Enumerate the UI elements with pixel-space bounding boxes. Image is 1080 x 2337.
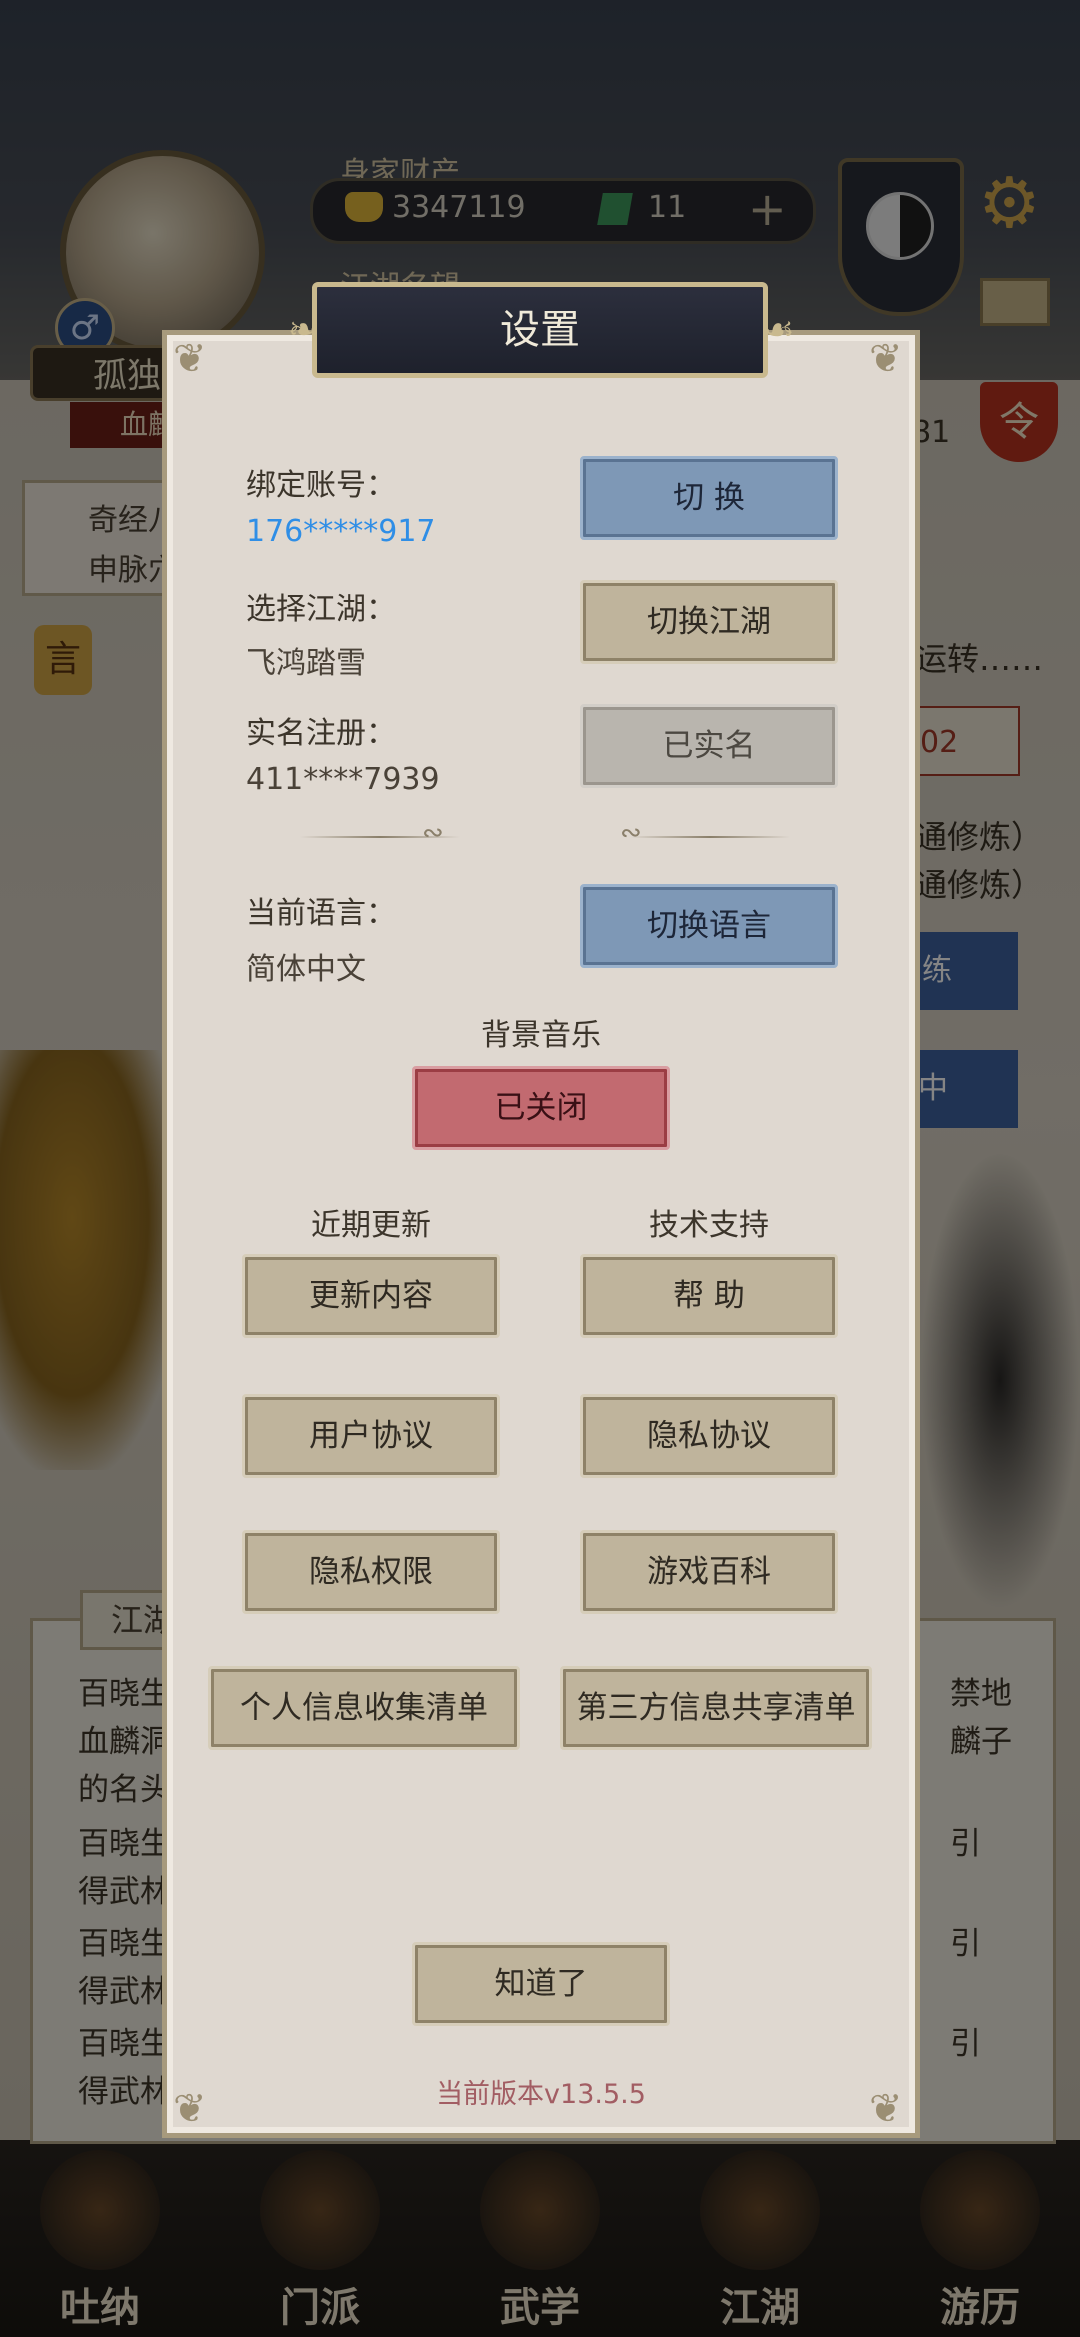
divider-swirl-icon: ∾ bbox=[620, 818, 642, 848]
user-agreement-button[interactable]: 用户协议 bbox=[242, 1394, 500, 1478]
third-party-share-list-button[interactable]: 第三方信息共享清单 bbox=[560, 1666, 872, 1750]
bind-account-value: 176*****917 bbox=[246, 514, 436, 549]
switch-jianghu-button[interactable]: 切换江湖 bbox=[580, 580, 838, 664]
jianghu-value: 飞鸿踏雪 bbox=[246, 646, 366, 681]
game-wiki-button[interactable]: 游戏百科 bbox=[580, 1530, 838, 1614]
divider-swirl-icon: ∾ bbox=[422, 818, 444, 848]
realname-value: 411****7939 bbox=[246, 762, 440, 797]
bind-account-label: 绑定账号： bbox=[246, 468, 396, 503]
personal-info-list-button[interactable]: 个人信息收集清单 bbox=[208, 1666, 520, 1750]
realname-label: 实名注册： bbox=[246, 716, 396, 751]
ok-button[interactable]: 知道了 bbox=[412, 1942, 670, 2026]
select-jianghu-label: 选择江湖： bbox=[246, 592, 396, 627]
switch-language-button[interactable]: 切换语言 bbox=[580, 884, 838, 968]
corner-ornament-icon: ❦ bbox=[173, 336, 207, 382]
version-text: 当前版本v13.5.5 bbox=[436, 2079, 646, 2110]
recent-updates-label: 近期更新 bbox=[311, 1208, 431, 1243]
switch-account-button[interactable]: 切 换 bbox=[580, 456, 838, 540]
help-button[interactable]: 帮 助 bbox=[580, 1254, 838, 1338]
music-label: 背景音乐 bbox=[481, 1018, 601, 1053]
divider-right bbox=[630, 836, 790, 838]
title-ornament-right-icon: ☙ bbox=[764, 310, 795, 350]
language-value: 简体中文 bbox=[246, 952, 366, 987]
dialog-title: 设置 bbox=[500, 307, 580, 353]
privacy-agreement-button[interactable]: 隐私协议 bbox=[580, 1394, 838, 1478]
corner-ornament-icon: ❦ bbox=[869, 336, 903, 382]
music-toggle-button[interactable]: 已关闭 bbox=[412, 1066, 670, 1150]
language-label: 当前语言： bbox=[246, 896, 396, 931]
tech-support-label: 技术支持 bbox=[649, 1208, 769, 1243]
privacy-permission-button[interactable]: 隐私权限 bbox=[242, 1530, 500, 1614]
update-content-button[interactable]: 更新内容 bbox=[242, 1254, 500, 1338]
realname-status-button[interactable]: 已实名 bbox=[580, 704, 838, 788]
